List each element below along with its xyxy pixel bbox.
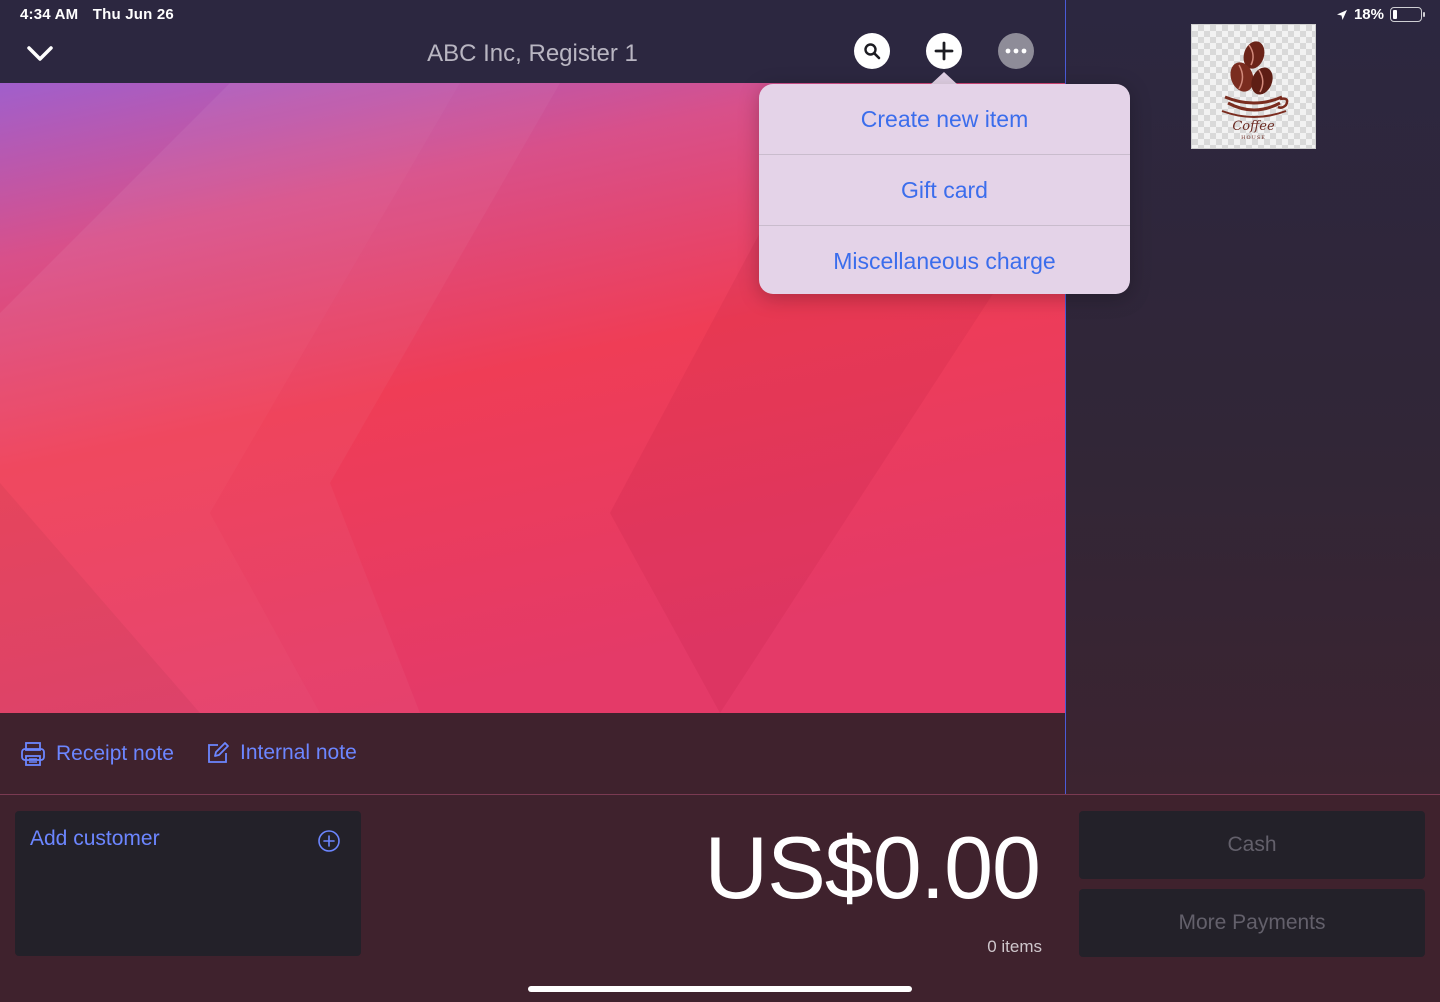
more-button[interactable] bbox=[998, 33, 1034, 69]
cart-total: US$0.00 bbox=[704, 818, 1041, 917]
add-menu-popover: Create new item Gift card Miscellaneous … bbox=[759, 84, 1130, 294]
add-customer-button[interactable]: Add customer bbox=[30, 827, 160, 851]
notes-bar: Receipt note Internal note bbox=[0, 713, 1065, 794]
edit-icon bbox=[208, 742, 229, 763]
internal-note-label: Internal note bbox=[240, 741, 357, 764]
register-title: ABC Inc, Register 1 bbox=[427, 40, 638, 67]
add-button[interactable] bbox=[926, 33, 962, 69]
items-count: 0 items bbox=[987, 937, 1042, 956]
chevron-down-icon[interactable] bbox=[24, 40, 56, 68]
status-time: 4:34 AM bbox=[20, 6, 79, 23]
home-indicator[interactable] bbox=[528, 986, 912, 992]
menu-item-create-new-item[interactable]: Create new item bbox=[759, 84, 1130, 155]
more-payments-button[interactable]: More Payments bbox=[1079, 889, 1425, 957]
menu-item-gift-card[interactable]: Gift card bbox=[759, 155, 1130, 226]
store-logo: Coffee HOUSE bbox=[1191, 24, 1316, 149]
search-button[interactable] bbox=[854, 33, 890, 69]
receipt-note-button[interactable]: Receipt note bbox=[20, 741, 174, 767]
status-date: Thu Jun 26 bbox=[92, 6, 174, 23]
customer-card[interactable]: Add customer bbox=[15, 811, 361, 956]
battery-icon bbox=[1390, 7, 1425, 22]
search-icon bbox=[864, 43, 881, 60]
status-indicators: 18% bbox=[1336, 6, 1425, 23]
status-time-date: 4:34 AM Thu Jun 26 bbox=[20, 6, 184, 23]
checkout-bar: Add customer US$0.00 0 items Cash More P… bbox=[0, 794, 1440, 1002]
internal-note-button[interactable]: Internal note bbox=[206, 741, 357, 765]
add-customer-icon[interactable] bbox=[317, 829, 341, 858]
receipt-note-label: Receipt note bbox=[56, 742, 174, 765]
cash-button[interactable]: Cash bbox=[1079, 811, 1425, 879]
printer-icon bbox=[21, 742, 45, 766]
plus-icon bbox=[934, 41, 954, 61]
menu-item-miscellaneous-charge[interactable]: Miscellaneous charge bbox=[759, 226, 1130, 296]
more-icon bbox=[1005, 48, 1027, 54]
battery-percent: 18% bbox=[1353, 6, 1384, 23]
logo-subword: HOUSE bbox=[1241, 135, 1266, 141]
location-arrow-icon bbox=[1336, 9, 1347, 20]
status-bar: 4:34 AM Thu Jun 26 18% bbox=[0, 0, 1440, 30]
logo-word: Coffee bbox=[1232, 119, 1275, 134]
